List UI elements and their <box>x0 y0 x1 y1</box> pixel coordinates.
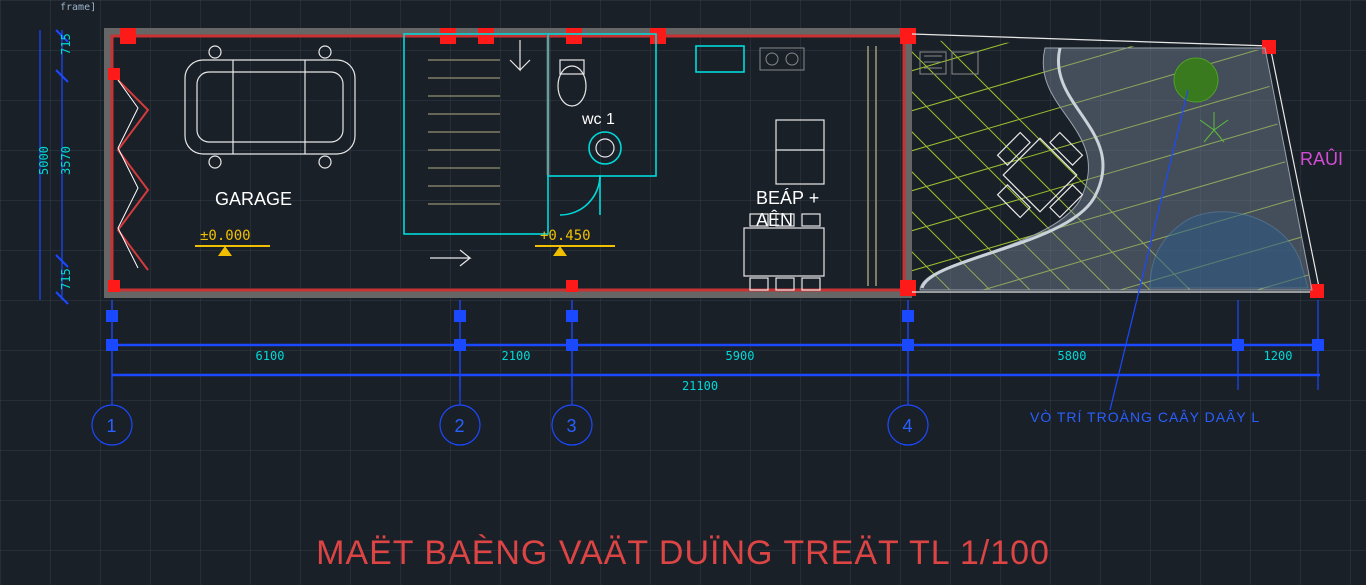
kitchen-dining: BEÁP + AÊN <box>696 46 876 290</box>
wc-label: wc 1 <box>581 111 615 128</box>
grid-bubble-1: 1 <box>92 300 132 445</box>
dim-horizontal: 6100 2100 5900 5800 1200 21100 <box>106 300 1324 393</box>
svg-text:1: 1 <box>106 416 117 436</box>
dim-v-total: 5000 <box>37 146 51 175</box>
right-side-label: RAÛI <box>1300 148 1343 169</box>
floorplan-canvas[interactable]: 715 3570 715 5000 <box>0 0 1366 585</box>
garage-label: GARAGE <box>215 189 292 209</box>
level-garage: ±0.000 <box>195 228 270 256</box>
garage-zone: GARAGE ±0.000 <box>118 46 355 270</box>
kitchen-label2: AÊN <box>756 210 793 230</box>
svg-text:2100: 2100 <box>502 349 531 363</box>
level-hall: +0.450 <box>535 228 615 256</box>
kitchen-label1: BEÁP + <box>756 188 819 208</box>
drawing-title: MAËT BAÈNG VAÄT DUÏNG TREÄT TL 1/100 <box>0 534 1366 573</box>
svg-text:21100: 21100 <box>682 379 718 393</box>
grid-bubble-4: 4 <box>888 300 928 445</box>
plant-note: VÒ TRÍ TROÀNG CAÂY DAÂY L <box>1030 409 1260 425</box>
dim-v-mid: 3570 <box>59 146 73 175</box>
dim-vertical: 715 3570 715 5000 <box>37 30 73 304</box>
svg-text:+0.450: +0.450 <box>540 228 591 244</box>
garden: RAÛI VÒ TRÍ TROÀNG CAÂY DAÂY L <box>880 0 1360 585</box>
grid-bubble-3: 3 <box>552 300 592 445</box>
dim-v-top: 715 <box>59 33 73 55</box>
dim-v-bot: 715 <box>59 268 73 290</box>
svg-text:1200: 1200 <box>1264 349 1293 363</box>
svg-text:4: 4 <box>902 416 913 436</box>
svg-text:2: 2 <box>454 416 465 436</box>
stair-wc: wc 1 +0.450 <box>404 34 656 266</box>
svg-text:6100: 6100 <box>256 349 285 363</box>
svg-text:5900: 5900 <box>726 349 755 363</box>
grid-bubbles: 1 2 3 4 <box>92 300 928 445</box>
grid-bubble-2: 2 <box>440 300 480 445</box>
svg-text:±0.000: ±0.000 <box>200 228 251 244</box>
svg-text:3: 3 <box>566 416 577 436</box>
svg-text:5800: 5800 <box>1058 349 1087 363</box>
